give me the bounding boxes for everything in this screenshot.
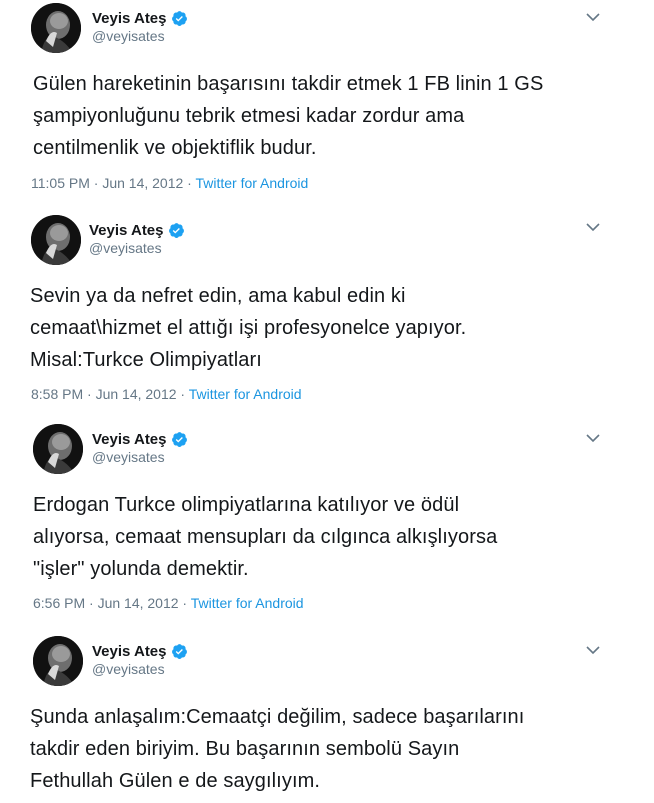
verified-badge-icon bbox=[171, 643, 187, 659]
tweet-timestamp[interactable]: 6:56 PM · Jun 14, 2012 · bbox=[33, 595, 191, 611]
tweet[interactable]: Veyis Ateş @veyisates Sevin ya da nefret… bbox=[0, 210, 654, 410]
chevron-down-icon[interactable] bbox=[586, 433, 600, 443]
avatar-photo bbox=[33, 424, 83, 474]
tweet-source-link[interactable]: Twitter for Android bbox=[189, 386, 302, 402]
handle[interactable]: @veyisates bbox=[92, 661, 188, 677]
avatar[interactable] bbox=[33, 424, 83, 474]
display-name[interactable]: Veyis Ateş bbox=[89, 222, 164, 239]
handle[interactable]: @veyisates bbox=[92, 449, 188, 465]
handle[interactable]: @veyisates bbox=[92, 28, 188, 44]
avatar[interactable] bbox=[31, 3, 81, 53]
display-name[interactable]: Veyis Ateş bbox=[92, 431, 167, 448]
tweet-meta: 11:05 PM · Jun 14, 2012 · Twitter for An… bbox=[31, 175, 308, 191]
avatar[interactable] bbox=[33, 636, 83, 686]
chevron-down-icon[interactable] bbox=[586, 645, 600, 655]
chevron-down-icon[interactable] bbox=[586, 222, 600, 232]
tweet-source-link[interactable]: Twitter for Android bbox=[191, 595, 304, 611]
chevron-down-icon[interactable] bbox=[586, 12, 600, 22]
tweet-text: Sevin ya da nefret edin, ama kabul edin … bbox=[30, 285, 467, 371]
avatar[interactable] bbox=[31, 215, 81, 265]
tweet-text: Şunda anlaşalım:Cemaatçi değilim, sadece… bbox=[30, 706, 525, 792]
tweet-source-link[interactable]: Twitter for Android bbox=[195, 175, 308, 191]
avatar-photo bbox=[33, 636, 83, 686]
tweet-meta: 6:56 PM · Jun 14, 2012 · Twitter for And… bbox=[33, 595, 304, 611]
tweet-meta: 8:58 PM · Jun 14, 2012 · Twitter for And… bbox=[31, 386, 302, 402]
handle[interactable]: @veyisates bbox=[89, 240, 185, 256]
verified-badge-icon bbox=[171, 431, 187, 447]
verified-badge-icon bbox=[171, 10, 187, 26]
display-name[interactable]: Veyis Ateş bbox=[92, 643, 167, 660]
tweet[interactable]: Veyis Ateş @veyisates Gülen hareketinin … bbox=[0, 0, 654, 200]
tweet-timestamp[interactable]: 11:05 PM · Jun 14, 2012 · bbox=[31, 175, 195, 191]
tweet[interactable]: Veyis Ateş @veyisates Erdogan Turkce oli… bbox=[0, 421, 654, 621]
tweet-timestamp[interactable]: 8:58 PM · Jun 14, 2012 · bbox=[31, 386, 189, 402]
tweet-text: Erdogan Turkce olimpiyatlarına katılıyor… bbox=[33, 494, 498, 580]
avatar-photo bbox=[31, 215, 81, 265]
avatar-photo bbox=[31, 3, 81, 53]
display-name[interactable]: Veyis Ateş bbox=[92, 10, 167, 27]
verified-badge-icon bbox=[168, 222, 184, 238]
tweet[interactable]: Veyis Ateş @veyisates Şunda anlaşalım:Ce… bbox=[0, 633, 654, 803]
tweet-text: Gülen hareketinin başarısını takdir etme… bbox=[33, 73, 544, 159]
